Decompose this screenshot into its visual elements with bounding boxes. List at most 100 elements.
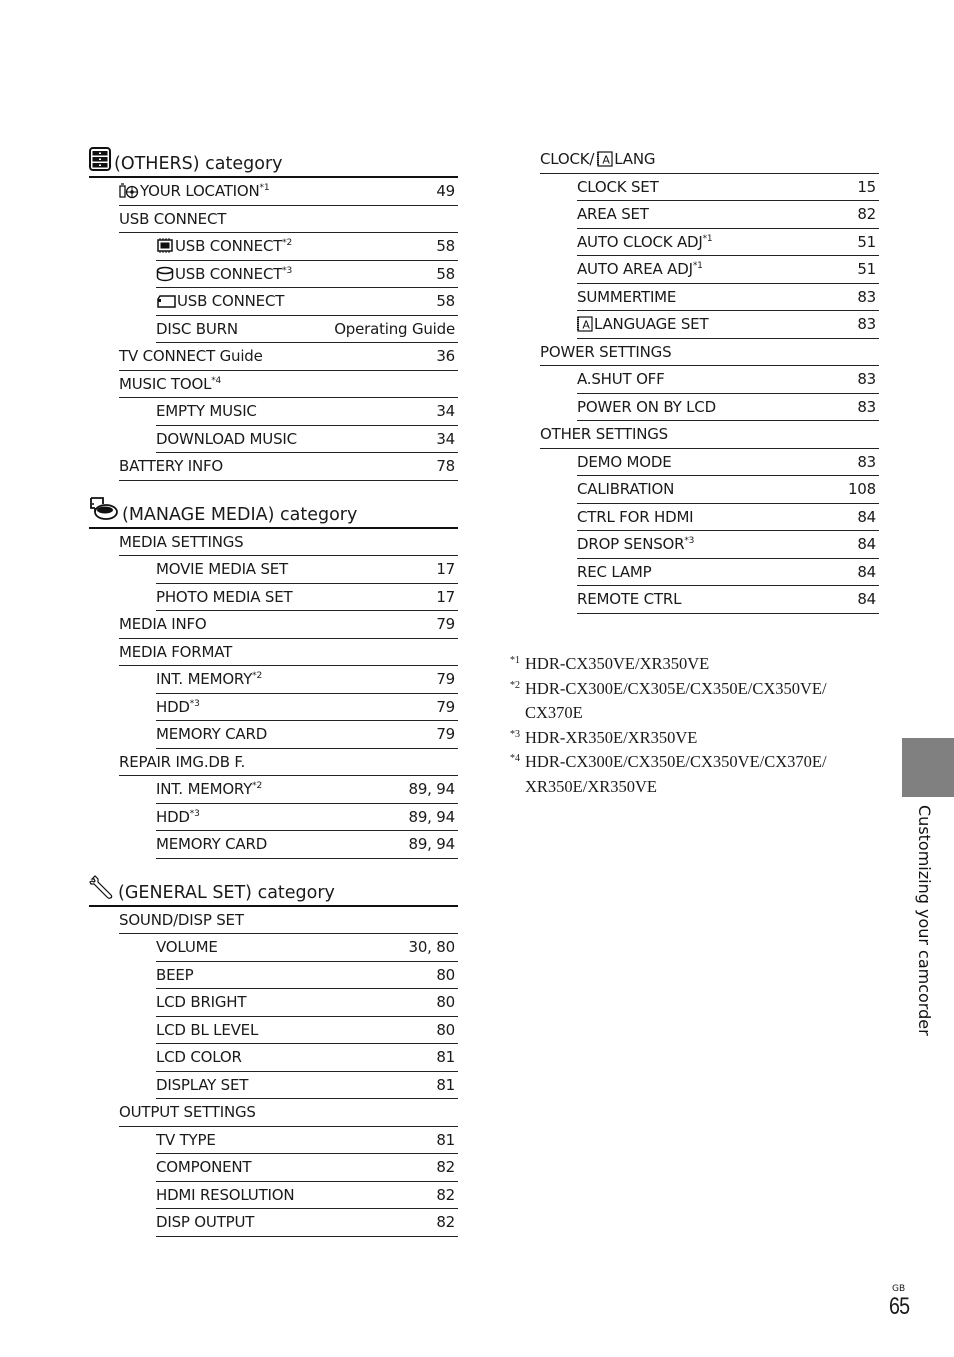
chapter-tab	[902, 738, 954, 797]
page-reference: 82	[436, 1213, 455, 1232]
menu-item-label: CTRL FOR HDMI	[577, 508, 694, 526]
menu-item-power-on-by-lcd: POWER ON BY LCD 83	[577, 394, 879, 421]
label-text: SOUND/DISP SET	[119, 910, 244, 929]
svg-text:A: A	[582, 319, 590, 332]
page-reference: 81	[436, 1130, 455, 1149]
label-text: HDMI RESOLUTION	[156, 1185, 295, 1204]
menu-item-label: LCD COLOR	[156, 1048, 242, 1066]
label-text: YOUR LOCATION	[140, 182, 260, 201]
others-icon	[89, 147, 111, 176]
page-reference: 84	[857, 535, 876, 554]
menu-item-label: LCD BL LEVEL	[156, 1021, 258, 1039]
manage-media-category-title: (MANAGE MEDIA) category	[122, 504, 358, 525]
menu-item-auto-clock-adj: AUTO CLOCK ADJ *1 51	[577, 229, 879, 256]
manage-media-category-heading: (MANAGE MEDIA) category	[89, 496, 458, 529]
menu-item-tv-type: TV TYPE 81	[156, 1127, 458, 1154]
page-reference: 82	[857, 205, 876, 224]
label-text: MEDIA INFO	[119, 615, 207, 634]
menu-item-label: SOUND/DISP SET	[119, 911, 244, 929]
menu-item-remote-ctrl: REMOTE CTRL 84	[577, 586, 879, 614]
label-text: MUSIC TOOL	[119, 374, 212, 393]
footnote-reference: *3	[684, 536, 695, 547]
label-text: CLOCK SET	[577, 177, 659, 196]
menu-item-label: OUTPUT SETTINGS	[119, 1103, 256, 1121]
menu-group-output-settings: OUTPUT SETTINGS	[119, 1099, 458, 1127]
menu-group-clock: CLOCK/A LANG	[540, 146, 879, 174]
menu-item-label: HDD *3	[156, 698, 200, 716]
label-text: USB CONNECT	[177, 292, 285, 311]
page-reference: 84	[857, 562, 876, 581]
menu-item-ctrl-for-hdmi: CTRL FOR HDMI 84	[577, 504, 879, 531]
menu-item-label: AUTO CLOCK ADJ *1	[577, 233, 713, 251]
menu-item-label: MOVIE MEDIA SET	[156, 560, 288, 578]
label-text: LCD BL LEVEL	[156, 1020, 259, 1039]
label-text: HDD	[156, 807, 190, 826]
location-icon	[119, 183, 139, 199]
menu-item-label: A.SHUT OFF	[577, 370, 665, 388]
footnote-mark: *4	[510, 753, 520, 764]
label-text: BATTERY INFO	[119, 457, 223, 476]
page-reference: 89, 94	[408, 780, 455, 799]
menu-item-label: MEDIA SETTINGS	[119, 532, 244, 551]
menu-item-media-info: MEDIA INFO 79	[119, 611, 458, 639]
menu-group-repair-img-db-f: REPAIR IMG.DB F.	[119, 749, 458, 776]
footnote-reference: *4	[211, 375, 222, 386]
label-text: CALIBRATION	[577, 480, 675, 499]
label-text: INT. MEMORY	[156, 670, 253, 689]
menu-item-photo-media-set: PHOTO MEDIA SET 17	[156, 584, 458, 611]
page-reference: 79	[436, 670, 455, 689]
menu-group-usb-connect: USB CONNECT	[119, 206, 458, 233]
language-icon: A	[577, 316, 593, 332]
menu-item-disc-burn: DISC BURN Operating Guide	[156, 316, 458, 343]
label-text: TV TYPE	[156, 1130, 216, 1149]
label-text: LCD BRIGHT	[156, 993, 247, 1012]
svg-text:A: A	[603, 154, 611, 167]
page-reference: 51	[857, 260, 876, 279]
menu-item-label: USB CONNECT	[156, 292, 284, 310]
menu-item-summertime: SUMMERTIME 83	[577, 284, 879, 311]
menu-item-label: BEEP	[156, 966, 194, 984]
menu-item-label: EMPTY MUSIC	[156, 402, 257, 420]
label-text: DOWNLOAD MUSIC	[156, 429, 297, 448]
label-text: USB CONNECT	[175, 237, 283, 256]
footnotes: *1 HDR-CX350VE/XR350VE *2 HDR-CX300E/CX305…	[510, 652, 870, 799]
label-text: REMOTE CTRL	[577, 590, 682, 609]
menu-list: SOUND/DISP SET VOLUME 30, 80 BEEP 80 LCD BRIG…	[89, 907, 458, 1237]
label-text: PHOTO MEDIA SET	[156, 587, 293, 606]
page-reference: 83	[857, 397, 876, 416]
footnote-reference: *2	[282, 238, 293, 249]
page-reference: 80	[436, 993, 455, 1012]
label-text: REC LAMP	[577, 562, 652, 581]
menu-item-label: USB CONNECT *3	[156, 265, 292, 283]
menu-item-empty-music: EMPTY MUSIC 34	[156, 398, 458, 426]
page-reference: 34	[436, 429, 455, 448]
footnote: *4 HDR-CX300E/CX350E/CX350VE/CX370E/ XR35…	[510, 750, 870, 799]
footnote-reference: *1	[692, 261, 703, 272]
menu-item-label: REPAIR IMG.DB F.	[119, 753, 245, 771]
page-reference: 83	[857, 315, 876, 334]
label-text: MEDIA SETTINGS	[119, 532, 244, 551]
menu-list: MEDIA SETTINGS MOVIE MEDIA SET 17 PHOTO MED…	[89, 529, 458, 859]
page-reference: 83	[857, 370, 876, 389]
label-text: TV CONNECT Guide	[119, 347, 263, 366]
menu-group-music-tool: MUSIC TOOL *4	[119, 371, 458, 398]
menu-item-memory-card: MEMORY CARD 89, 94	[156, 831, 458, 859]
others-category-heading: (OTHERS) category	[89, 146, 458, 178]
wrench-icon	[89, 874, 115, 905]
label-text: SUMMERTIME	[577, 287, 677, 306]
page-reference: 81	[436, 1048, 455, 1067]
footnote-text: HDR-CX300E/CX350E/CX350VE/CX370E/ XR350E…	[525, 752, 827, 796]
menu-item-battery-info: BATTERY INFO 78	[119, 453, 458, 481]
menu-item-lcd-bl-level: LCD BL LEVEL 80	[156, 1017, 458, 1044]
footnote-reference: *1	[259, 183, 270, 194]
menu-item-label: MEMORY CARD	[156, 725, 267, 743]
menu-item-label: HDMI RESOLUTION	[156, 1185, 295, 1204]
page-reference: 79	[436, 615, 455, 634]
chapter-tab-label: Customizing your camcorder	[915, 805, 934, 1036]
menu-item-label: MEDIA FORMAT	[119, 643, 232, 661]
page-reference: 58	[436, 292, 455, 311]
others-category-title: (OTHERS) category	[114, 154, 283, 174]
footnote-mark: *3	[510, 728, 520, 740]
footnote-mark: *2	[510, 679, 520, 691]
menu-group-power-settings: POWER SETTINGS	[540, 339, 879, 366]
